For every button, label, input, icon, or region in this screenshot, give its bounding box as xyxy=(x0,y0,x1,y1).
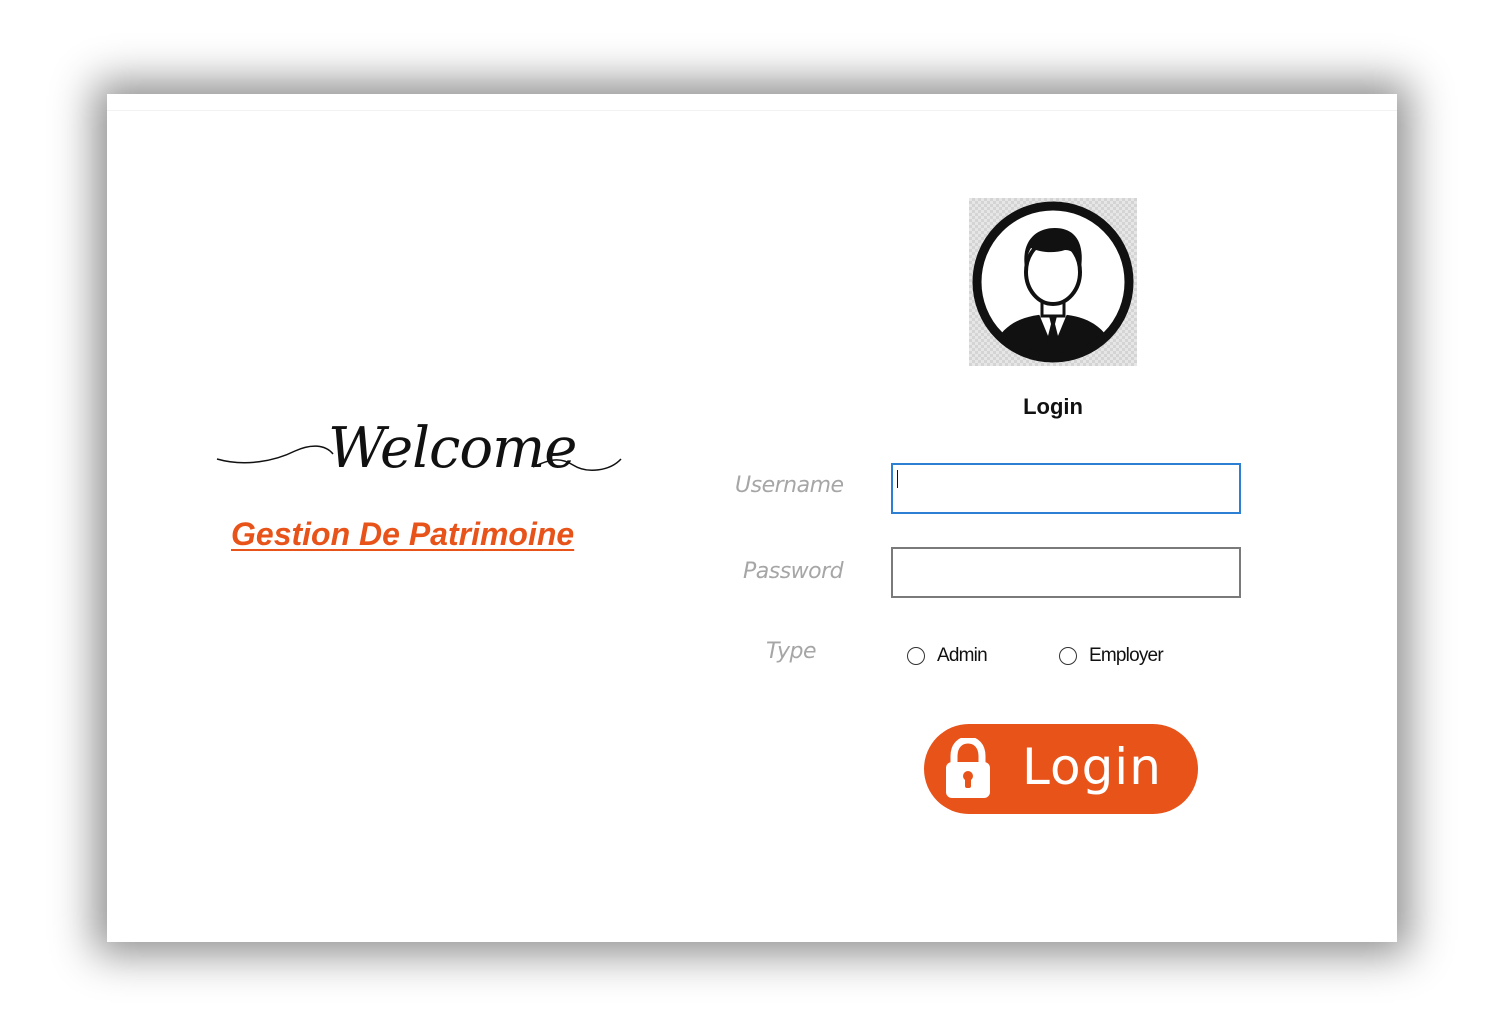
password-label: Password xyxy=(743,559,844,584)
radio-employer[interactable]: Employer xyxy=(1059,645,1164,667)
title-bar-divider xyxy=(107,110,1397,111)
welcome-banner: Welcome xyxy=(215,419,625,509)
lock-icon xyxy=(946,738,990,798)
app-title: Gestion De Patrimoine xyxy=(231,516,575,552)
type-label: Type xyxy=(766,639,817,664)
login-button[interactable]: Login xyxy=(924,724,1198,814)
login-heading: Login xyxy=(1023,394,1083,419)
radio-button-icon[interactable] xyxy=(1059,647,1077,665)
username-label: Username xyxy=(735,473,844,498)
login-window: Welcome Gestion De Patrimoine Login User… xyxy=(107,94,1397,942)
radio-employer-label: Employer xyxy=(1089,645,1164,666)
password-input[interactable] xyxy=(891,547,1241,598)
radio-admin-label: Admin xyxy=(937,645,988,666)
welcome-heading: Welcome xyxy=(328,416,577,481)
radio-button-icon[interactable] xyxy=(907,647,925,665)
radio-admin[interactable]: Admin xyxy=(907,645,988,667)
login-button-label: Login xyxy=(1022,738,1162,796)
user-avatar-icon xyxy=(969,198,1137,366)
text-caret xyxy=(897,470,898,488)
username-input[interactable] xyxy=(891,463,1241,514)
